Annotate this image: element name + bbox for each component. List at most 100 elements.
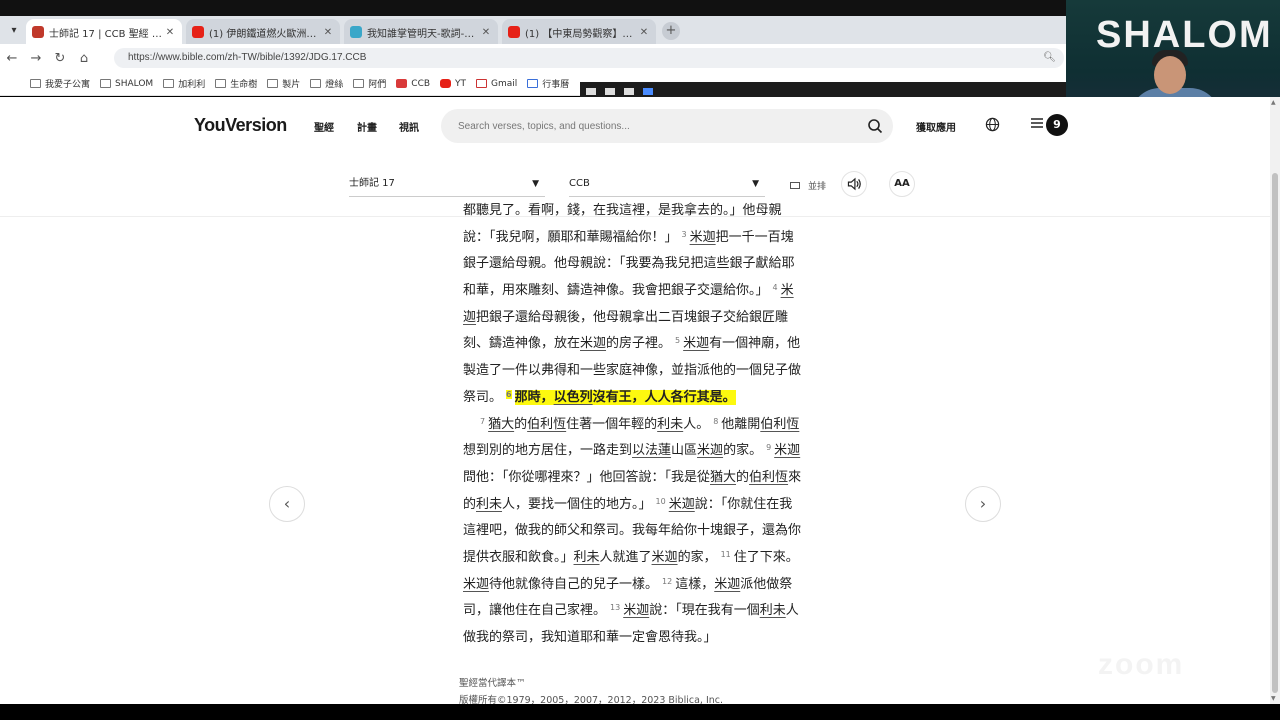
verse-number[interactable]: 7 — [480, 417, 485, 426]
verse-text[interactable]: 司，讓他住在自己家裡。 — [463, 603, 606, 618]
tab-search-icon[interactable]: ▾ — [4, 22, 24, 40]
bookmark-item[interactable]: 我愛子公寓 — [30, 77, 90, 90]
verse-text[interactable]: 祭司。 — [463, 390, 502, 405]
verse-text[interactable]: 的家， — [678, 550, 717, 565]
proper-noun-text[interactable]: 米迦 — [580, 336, 606, 351]
proper-noun-text[interactable]: 猶大 — [488, 417, 514, 432]
bookmark-item[interactable]: Gmail — [476, 79, 517, 89]
verse-text[interactable]: 有一個神廟，他 — [709, 336, 800, 351]
minimize-layout-icon[interactable] — [586, 87, 596, 95]
verse-text[interactable]: 銀子還給母親。他母親說：「我要為我兒把這些銀子獻給耶 — [463, 256, 795, 271]
tab-close-icon[interactable]: ✕ — [322, 27, 334, 38]
bookmark-item[interactable]: YT — [440, 79, 466, 89]
verse-text[interactable]: 的 — [463, 497, 476, 512]
tab-close-icon[interactable]: ✕ — [480, 27, 492, 38]
proper-noun-text[interactable]: 利未 — [760, 603, 786, 618]
verse-number[interactable]: 8 — [713, 417, 718, 426]
home-icon[interactable]: ⌂ — [72, 51, 96, 66]
forward-arrow-icon[interactable]: → — [24, 51, 48, 66]
verse-text[interactable]: 把一千一百塊 — [716, 230, 794, 245]
verse-text[interactable]: 做我的祭司，我知道耶和華一定會恩待我。」 — [463, 630, 717, 645]
bookmark-item[interactable]: SHALOM — [100, 79, 153, 89]
verse-text[interactable]: 刻、鑄造神像，放在 — [463, 336, 580, 351]
bookmark-item[interactable]: 加利利 — [163, 77, 205, 90]
proper-noun-text[interactable]: 伯利恆 — [527, 417, 566, 432]
parallel-toggle[interactable]: 並排 — [790, 179, 826, 192]
proper-noun-text[interactable]: 以法蓮 — [632, 443, 671, 458]
proper-noun-text[interactable]: 米迦 — [652, 550, 678, 565]
globe-icon[interactable] — [985, 117, 1000, 132]
verse-text[interactable]: 人。 — [683, 417, 709, 432]
verse-text[interactable]: 這裡吧，做我的師父和祭司。我每年給你十塊銀子，還為你 — [463, 523, 801, 538]
verse-number[interactable]: 6 — [506, 389, 512, 399]
tab-close-icon[interactable]: ✕ — [638, 27, 650, 38]
verse-text[interactable]: 這樣， — [675, 577, 714, 592]
next-chapter-button[interactable]: › — [965, 486, 1001, 522]
font-size-button[interactable]: AA — [889, 171, 915, 197]
bookmark-item[interactable]: 行事曆 — [527, 77, 569, 90]
verse-text[interactable]: 人，要找一個住的地方。」 — [502, 497, 652, 512]
verse-number[interactable]: 12 — [662, 577, 672, 586]
browser-tab[interactable]: 士師記 17 | CCB 聖經 | YouVersion✕ — [26, 19, 182, 45]
scroll-down-icon[interactable]: ▼ — [1271, 695, 1276, 702]
verse-text[interactable]: 來 — [788, 470, 801, 485]
verse-text[interactable]: 的 — [736, 470, 749, 485]
browser-tab[interactable]: (1) 伊朗鐵道燃火歐洲三百萬✕ — [186, 19, 340, 45]
grid-layout-icon[interactable] — [643, 87, 653, 95]
verse-text[interactable]: 的家。 — [723, 443, 762, 458]
get-app-link[interactable]: 獲取應用 — [916, 119, 956, 134]
verse-text[interactable]: 和華，用來雕刻、鑄造神像。我會把銀子交還給你。」 — [463, 283, 769, 298]
verse-text[interactable]: 人 — [786, 603, 799, 618]
verse-text[interactable]: 住了下來。 — [734, 550, 799, 565]
verse-text[interactable]: 山區 — [671, 443, 697, 458]
verse-text[interactable]: 的房子裡。 — [606, 336, 671, 351]
youversion-logo[interactable]: YouVersion — [194, 115, 287, 136]
verse-text[interactable]: 派他做祭 — [740, 577, 792, 592]
proper-noun-text[interactable]: 米迦 — [623, 603, 649, 618]
verse-text[interactable]: 那時， — [514, 389, 554, 405]
audio-button[interactable] — [841, 171, 867, 197]
verse-text[interactable]: 提供衣服和飲食。」 — [463, 550, 574, 565]
notification-badge[interactable]: 9 — [1046, 114, 1068, 136]
scrollbar-thumb[interactable] — [1272, 173, 1278, 693]
page-scrollbar[interactable]: ▲ ▼ — [1270, 97, 1280, 704]
verse-text[interactable]: 他離開 — [721, 417, 760, 432]
verse-number[interactable]: 13 — [610, 603, 620, 612]
verse-text[interactable]: 人就進了 — [600, 550, 652, 565]
browser-tab[interactable]: 我知誰掌管明天-歌詞-史恩諾✕ — [344, 19, 498, 45]
book-chapter-select[interactable]: 士師記 17 ▼ — [349, 171, 545, 197]
bookmark-item[interactable]: 阿們 — [353, 77, 386, 90]
search-input[interactable] — [458, 118, 848, 134]
proper-noun-text[interactable]: 米迦 — [669, 497, 695, 512]
proper-noun-text[interactable]: 迦 — [463, 310, 476, 325]
proper-noun-text[interactable]: 米迦 — [714, 577, 740, 592]
maximize-layout-icon[interactable] — [624, 87, 634, 95]
verse-number[interactable]: 5 — [675, 336, 680, 345]
search-icon[interactable] — [867, 118, 883, 134]
previous-chapter-button[interactable]: ‹ — [269, 486, 305, 522]
address-bar[interactable]: https://www.bible.com/zh-TW/bible/1392/J… — [114, 48, 1064, 68]
verse-text[interactable]: 住著一個年輕的 — [566, 417, 657, 432]
proper-noun-text[interactable]: 米迦 — [774, 443, 800, 458]
browser-tab[interactable]: (1) 【中東局勢觀察】以伊衝突✕ — [502, 19, 656, 45]
verse-number[interactable]: 11 — [721, 550, 731, 559]
bookmark-item[interactable]: 製片 — [267, 77, 300, 90]
version-select[interactable]: CCB ▼ — [569, 171, 765, 197]
back-arrow-icon[interactable]: ← — [0, 51, 24, 66]
verse-text[interactable]: 的 — [514, 417, 527, 432]
proper-noun-text[interactable]: 利未 — [657, 417, 683, 432]
proper-noun-text[interactable]: 米 — [781, 283, 794, 298]
nav-bible[interactable]: 聖經 — [314, 119, 334, 134]
verse-text[interactable]: 製造了一件以弗得和一些家庭神像，並指派他的一個兒子做 — [463, 363, 801, 378]
proper-noun-text[interactable]: 米迦 — [690, 230, 716, 245]
verse-text[interactable]: 把銀子還給母親後，他母親拿出二百塊銀子交給銀匠雕 — [476, 310, 788, 325]
verse-text[interactable]: 待他就像待自己的兒子一樣。 — [489, 577, 658, 592]
bookmark-item[interactable]: CCB — [396, 79, 430, 89]
bookmark-item[interactable]: 生命樹 — [215, 77, 257, 90]
verse-text[interactable]: 沒有王，人人各行其是。 — [592, 389, 736, 405]
proper-noun-text[interactable]: 伯利恆 — [749, 470, 788, 485]
nav-plans[interactable]: 計畫 — [357, 119, 377, 134]
proper-noun-text[interactable]: 以色列 — [553, 389, 593, 405]
tab-close-icon[interactable]: ✕ — [164, 27, 176, 38]
zoom-magnifier-icon[interactable]: 🔍︎ — [1043, 48, 1056, 68]
